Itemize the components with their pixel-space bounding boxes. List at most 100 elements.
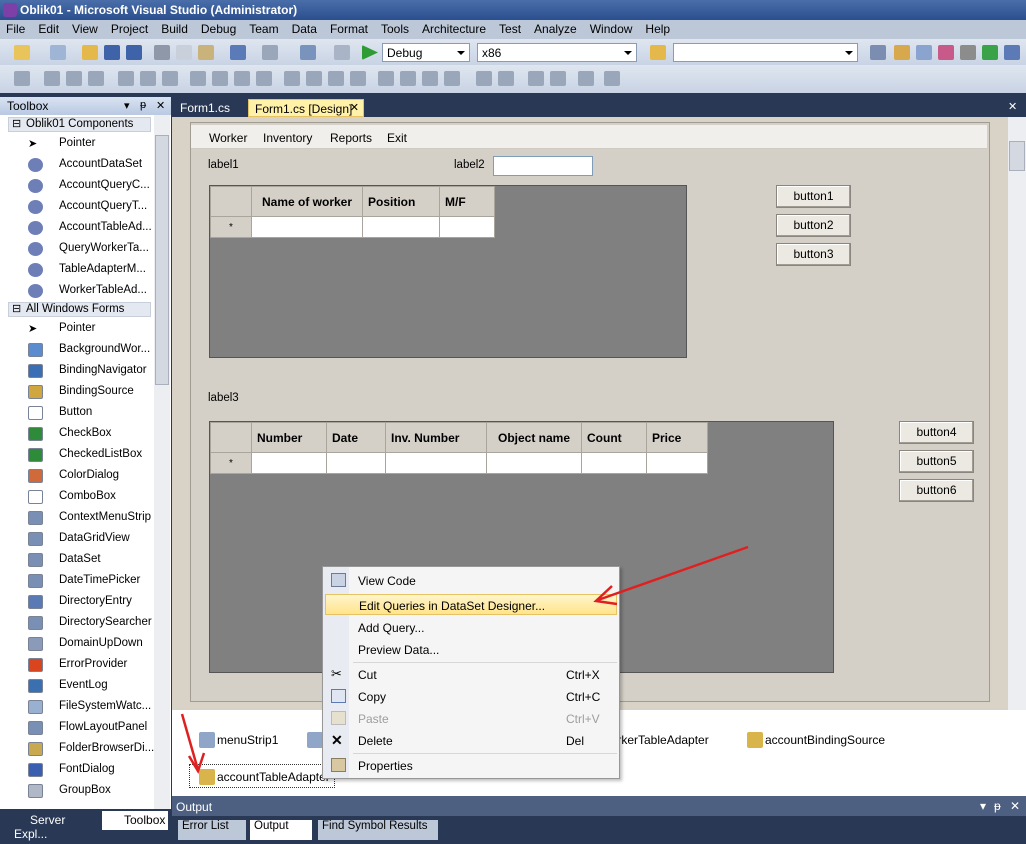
navigate-icon[interactable]	[300, 45, 316, 60]
menu-team[interactable]: Team	[243, 20, 285, 36]
toolbox-item[interactable]: FlowLayoutPanel	[28, 718, 153, 738]
align-centers-icon[interactable]	[66, 71, 82, 86]
start-page-icon[interactable]	[982, 45, 998, 60]
toolbox-item[interactable]: DirectorySearcher	[28, 613, 153, 633]
button6[interactable]: button6	[899, 479, 974, 502]
redo-icon[interactable]	[262, 45, 278, 60]
send-to-back-icon[interactable]	[550, 71, 566, 86]
add-item-icon[interactable]	[50, 45, 66, 60]
toolbox-item[interactable]: DateTimePicker	[28, 571, 153, 591]
paste-icon[interactable]	[198, 45, 214, 60]
tab-form1-cs[interactable]: Form1.cs	[174, 99, 248, 117]
toolbox-item[interactable]: WorkerTableAd...	[28, 281, 153, 301]
toolbox-item[interactable]: QueryWorkerTa...	[28, 239, 153, 259]
button5[interactable]: button5	[899, 450, 974, 473]
textbox1[interactable]	[493, 156, 593, 176]
toolbox-item[interactable]: ColorDialog	[28, 466, 153, 486]
form-menu-reports[interactable]: Reports	[330, 131, 372, 145]
lock-controls-icon[interactable]	[604, 71, 620, 86]
make-same-size-icon[interactable]	[234, 71, 250, 86]
button2[interactable]: button2	[776, 214, 851, 237]
menu-data[interactable]: Data	[286, 20, 324, 36]
menu-item-add-query[interactable]: Add Query...	[325, 617, 617, 638]
toolbox-item[interactable]: EventLog	[28, 676, 153, 696]
label2[interactable]: label2	[454, 159, 485, 171]
column-header-date[interactable]: Date	[326, 422, 386, 453]
copy-icon[interactable]	[176, 45, 192, 60]
menu-item-delete[interactable]: ✕ Delete Del	[325, 730, 617, 751]
make-same-height-icon[interactable]	[212, 71, 228, 86]
toolbox-item[interactable]: AccountQueryC...	[28, 176, 153, 196]
tab-output[interactable]: Output	[250, 820, 312, 840]
remove-horizontal-spacing-icon[interactable]	[350, 71, 366, 86]
menu-item-properties[interactable]: Properties	[325, 755, 617, 776]
menu-format[interactable]: Format	[324, 20, 375, 36]
toolbox-dropdown-icon[interactable]: ▾	[124, 99, 130, 112]
start-debugging-icon[interactable]	[362, 45, 378, 60]
grid-cell[interactable]	[251, 216, 363, 238]
grid-cell[interactable]	[581, 452, 647, 474]
form-menu-worker[interactable]: Worker	[209, 131, 247, 145]
column-header-object-name[interactable]: Object name	[486, 422, 582, 453]
toolbox-item[interactable]: AccountQueryT...	[28, 197, 153, 217]
datagridview-workers[interactable]: Name of worker Position M/F *	[209, 185, 687, 358]
column-header-count[interactable]: Count	[581, 422, 647, 453]
center-vertically-icon[interactable]	[498, 71, 514, 86]
form-menu-exit[interactable]: Exit	[387, 131, 407, 145]
toolbox-item[interactable]: BindingNavigator	[28, 361, 153, 381]
toolbox-pin-icon[interactable]: ᵽ	[140, 99, 146, 111]
decrease-vertical-spacing-icon[interactable]	[422, 71, 438, 86]
tab-server-explorer[interactable]: Server Expl...	[8, 811, 100, 841]
menu-edit[interactable]: Edit	[32, 20, 66, 36]
toolbox-item[interactable]: FolderBrowserDi...	[28, 739, 154, 759]
menu-window[interactable]: Window	[584, 20, 640, 36]
tab-find-symbol-results[interactable]: Find Symbol Results	[318, 820, 438, 840]
toolbox-item[interactable]: ➤ Pointer	[28, 319, 153, 339]
toolbox-close-icon[interactable]: ✕	[156, 99, 165, 112]
toolbox-item[interactable]: CheckBox	[28, 424, 153, 444]
menu-file[interactable]: File	[0, 20, 32, 36]
menu-tools[interactable]: Tools	[375, 20, 416, 36]
designer-scrollbar[interactable]	[1008, 117, 1026, 710]
step-icon[interactable]	[334, 45, 350, 60]
column-header-price[interactable]: Price	[646, 422, 708, 453]
find-in-files-icon[interactable]	[650, 45, 666, 60]
label3[interactable]: label3	[208, 392, 239, 404]
toolbox-scrollbar-thumb[interactable]	[155, 135, 169, 385]
menu-architecture[interactable]: Architecture	[416, 20, 493, 36]
size-to-grid-icon[interactable]	[256, 71, 272, 86]
menu-test[interactable]: Test	[493, 20, 528, 36]
toolbox-item[interactable]: FileSystemWatc...	[28, 697, 153, 717]
tab-form1-design[interactable]: Form1.cs [Design] ✕	[248, 99, 364, 117]
menu-debug[interactable]: Debug	[195, 20, 243, 36]
grid-cell[interactable]	[251, 452, 327, 474]
toolbox-item[interactable]: DomainUpDown	[28, 634, 153, 654]
column-header-inv-number[interactable]: Inv. Number	[385, 422, 487, 453]
grid-cell[interactable]	[486, 452, 582, 474]
toolbox-icon[interactable]	[938, 45, 954, 60]
column-header-mf[interactable]: M/F	[439, 186, 495, 217]
toolbox-item[interactable]: CheckedListBox	[28, 445, 153, 465]
toolbox-item[interactable]: FontDialog	[28, 760, 153, 780]
vertical-spacing-icon[interactable]	[378, 71, 394, 86]
remove-vertical-spacing-icon[interactable]	[444, 71, 460, 86]
tab-order-icon[interactable]	[578, 71, 594, 86]
platform-select[interactable]: x86	[477, 43, 637, 62]
make-same-width-icon[interactable]	[190, 71, 206, 86]
output-pin-icon[interactable]: ᵽ	[994, 799, 1001, 813]
tray-accounttableadapter[interactable]: accountTableAdapter	[189, 764, 335, 788]
save-all-icon[interactable]	[126, 45, 142, 60]
button4[interactable]: button4	[899, 421, 974, 444]
increase-vertical-spacing-icon[interactable]	[400, 71, 416, 86]
toolbox-group-all-windows-forms[interactable]: All Windows Forms	[8, 302, 151, 317]
designer-scrollbar-thumb[interactable]	[1009, 141, 1025, 171]
undo-icon[interactable]	[230, 45, 246, 60]
toolbox-item[interactable]: GroupBox	[28, 781, 153, 801]
toolbox-item[interactable]: DirectoryEntry	[28, 592, 153, 612]
menu-help[interactable]: Help	[639, 20, 677, 36]
properties-window-icon[interactable]	[894, 45, 910, 60]
toolbox-scrollbar[interactable]	[154, 115, 170, 809]
toolbox-item[interactable]: BindingSource	[28, 382, 153, 402]
grid-cell[interactable]	[439, 216, 495, 238]
align-rights-icon[interactable]	[88, 71, 104, 86]
